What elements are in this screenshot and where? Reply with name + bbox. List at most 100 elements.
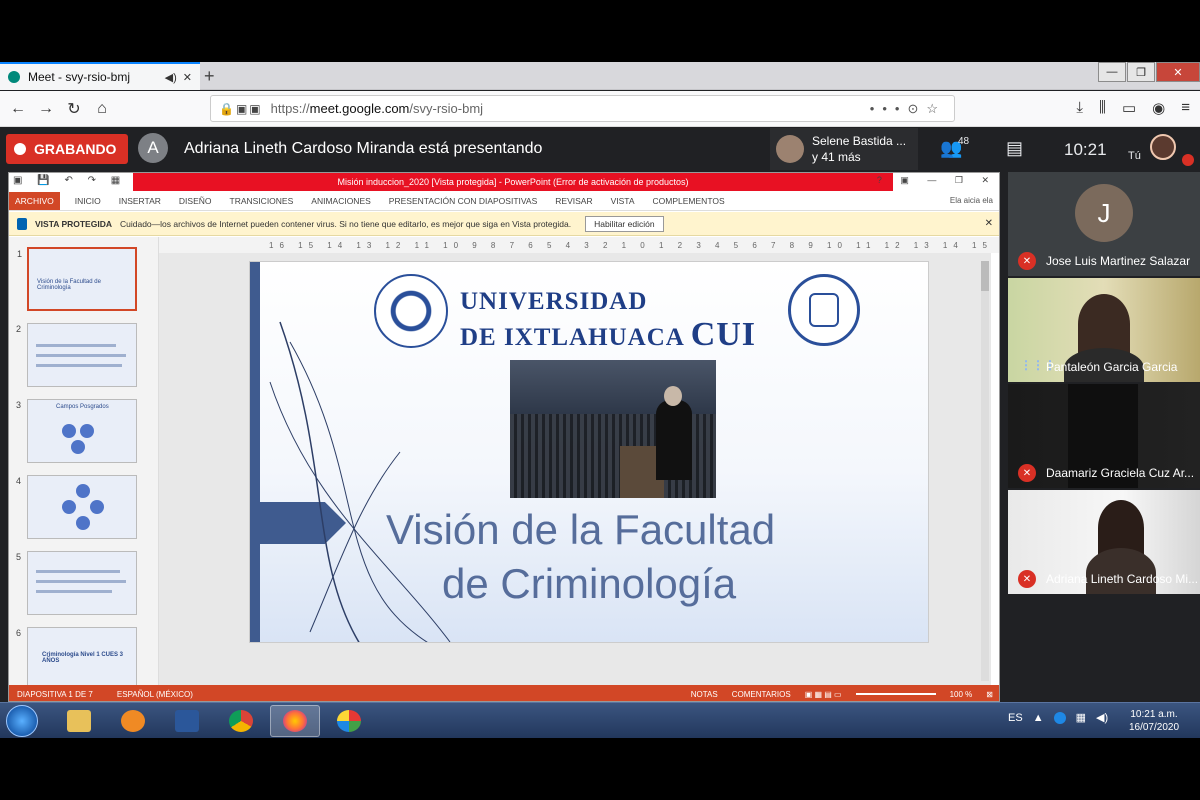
browser-tab-meet[interactable]: Meet - svy-rsio-bmj ◀) ✕ <box>0 62 200 90</box>
self-avatar[interactable] <box>1150 134 1176 160</box>
url-text[interactable]: https://meet.google.com/svy-rsio-bmj <box>271 101 870 116</box>
participant-avatar <box>776 135 804 163</box>
thumb-circle <box>76 516 90 530</box>
taskbar-explorer[interactable] <box>54 705 104 737</box>
enable-editing-button[interactable]: Habilitar edición <box>585 215 664 232</box>
participant-tile-4[interactable]: ✕ Adriana Lineth Cardoso Mi... <box>1008 490 1200 594</box>
close-tab-icon[interactable]: ✕ <box>183 71 192 84</box>
language-indicator[interactable]: ES <box>1008 712 1023 724</box>
slide-scrollbar[interactable] <box>981 261 989 681</box>
slide-thumbnail-1[interactable]: 1 Visión de la Facultad de Criminología <box>17 247 137 311</box>
participant-tile-3[interactable]: ✕ Daamariz Graciela Cuz Ar... <box>1008 384 1200 488</box>
forward-arrow-icon[interactable]: → <box>32 100 60 118</box>
network-icon[interactable]: ▦ <box>1076 711 1086 724</box>
library-icon[interactable]: ⫼ <box>1099 99 1106 117</box>
university-name-line2: DE IXTLAHUACA CUI <box>460 316 756 354</box>
close-window-button[interactable]: ✕ <box>1156 62 1200 82</box>
participant-tile-1[interactable]: J ✕ Jose Luis Martinez Salazar <box>1008 172 1200 276</box>
thumb-hex <box>71 440 85 454</box>
home-icon[interactable]: ⌂ <box>88 100 116 118</box>
tab-complementos[interactable]: COMPLEMENTOS <box>653 196 725 206</box>
volume-icon[interactable]: ◀) <box>1096 711 1108 724</box>
participant-tile-2[interactable]: ⋮⋮⋮ Pantaleón Garcia Garcia <box>1008 278 1200 382</box>
tab-vista[interactable]: VISTA <box>611 196 635 206</box>
word-icon <box>175 710 199 732</box>
university-name-cui: CUI <box>690 316 757 353</box>
account-icon[interactable]: ◉ <box>1152 99 1165 117</box>
protected-view-message: Cuidado—los archivos de Internet pueden … <box>119 218 572 229</box>
presenter-avatar: A <box>138 133 168 163</box>
ppt-user-label[interactable]: Ela aicia ela <box>950 196 993 205</box>
site-permission-icons[interactable]: 🔒▣▣ <box>219 102 263 116</box>
status-language[interactable]: ESPAÑOL (MÉXICO) <box>117 690 193 699</box>
recording-badge[interactable]: GRABANDO <box>6 134 129 164</box>
view-buttons-icons[interactable]: ▣ ▦ ▤ ▭ <box>805 690 842 699</box>
back-arrow-icon[interactable]: ← <box>4 100 32 118</box>
notes-button[interactable]: NOTAS <box>691 690 718 699</box>
tab-transiciones[interactable]: TRANSICIONES <box>230 196 294 206</box>
university-name-line1: UNIVERSIDAD <box>460 288 648 315</box>
taskbar-chrome[interactable] <box>216 705 266 737</box>
slide-thumbnail-4[interactable]: 4 <box>16 475 137 539</box>
slide-thumbnail-3[interactable]: 3 Campos Posgrados <box>16 399 137 463</box>
windows-start-icon[interactable] <box>6 705 38 737</box>
maximize-button[interactable]: ❐ <box>1127 62 1155 82</box>
status-slide: DIAPOSITIVA 1 DE 7 <box>17 689 93 699</box>
slide-thumbnail-6[interactable]: 6 Criminología Nivel 1 CUES 3 AÑOS <box>16 627 137 685</box>
tab-presentacion[interactable]: PRESENTACIÓN CON DIAPOSITIVAS <box>389 196 537 206</box>
self-mic-muted-icon <box>1182 154 1194 166</box>
tab-animaciones[interactable]: ANIMACIONES <box>311 196 371 206</box>
taskbar-media-player[interactable] <box>108 705 158 737</box>
toolbar-right: ⤓ ⫼ ▭ ◉ ≡ <box>1076 99 1190 117</box>
thumb-num: 6 <box>16 628 22 638</box>
status-right: NOTAS COMENTARIOS ▣ ▦ ▤ ▭ 100 % ⊠ <box>691 690 993 699</box>
powerpoint-title-bar: ▣ 💾 ↶ ↷ ▦ Misión induccion_2020 [Vista p… <box>9 173 999 191</box>
browser-tab-bar: Meet - svy-rsio-bmj ◀) ✕ + — ❐ ✕ <box>0 62 1200 90</box>
minimize-button[interactable]: — <box>1098 62 1126 82</box>
meet-top-bar: GRABANDO A Adriana Lineth Cardoso Mirand… <box>0 128 1200 170</box>
menu-icon[interactable]: ≡ <box>1181 99 1190 117</box>
chat-icon[interactable]: ▤ <box>1006 138 1023 159</box>
ppt-window-controls[interactable]: ? ▣ — ❐ ✕ <box>877 175 997 186</box>
scrollbar-thumb[interactable] <box>981 261 989 291</box>
tab-insertar[interactable]: INSERTAR <box>119 196 161 206</box>
bluetooth-icon[interactable] <box>1053 711 1066 724</box>
slide-thumbnail-5[interactable]: 5 <box>16 551 137 615</box>
zoom-slider[interactable] <box>855 693 936 695</box>
tab-inicio[interactable]: INICIO <box>75 196 101 206</box>
taskbar-clock[interactable]: 10:21 a.m. 16/07/2020 <box>1124 708 1184 734</box>
tab-revisar[interactable]: REVISAR <box>555 196 592 206</box>
fit-slide-icon[interactable]: ⊠ <box>986 690 993 699</box>
comments-button[interactable]: COMENTARIOS <box>732 690 791 699</box>
tray-arrow-icon[interactable]: ▲ <box>1033 712 1044 724</box>
taskbar-firefox[interactable] <box>270 705 320 737</box>
current-slide[interactable]: UNIVERSIDAD DE IXTLAHUACA CUI Visión de … <box>249 261 929 643</box>
thumb-hex <box>62 424 76 438</box>
tab-diseno[interactable]: DISEÑO <box>179 196 212 206</box>
system-tray: ES ▲ ▦ ◀) <box>1008 711 1108 724</box>
participant-preview-text: Selene Bastida ... y 41 más <box>812 133 906 165</box>
url-bar[interactable]: 🔒▣▣ https://meet.google.com/svy-rsio-bmj… <box>210 95 955 122</box>
thumb-circle <box>76 484 90 498</box>
taskbar-paint[interactable] <box>324 705 374 737</box>
speaker-icon[interactable]: ◀) <box>165 71 177 84</box>
screenshot-frame: Meet - svy-rsio-bmj ◀) ✕ + — ❐ ✕ ← → ↻ ⌂… <box>0 62 1200 738</box>
photo-speaker-head <box>664 386 682 406</box>
slide-thumbnail-2[interactable]: 2 <box>16 323 137 387</box>
page-actions-icons[interactable]: •••⊙☆ <box>870 101 946 117</box>
quick-access-icons[interactable]: ▣ 💾 ↶ ↷ ▦ <box>13 175 126 186</box>
thumb-line <box>36 344 116 347</box>
reload-icon[interactable]: ↻ <box>60 99 88 119</box>
download-icon[interactable]: ⤓ <box>1076 99 1083 117</box>
close-warning-icon[interactable]: ✕ <box>985 218 993 229</box>
taskbar-word[interactable] <box>162 705 212 737</box>
sidebar-icon[interactable]: ▭ <box>1122 99 1136 117</box>
thumb-num: 5 <box>16 552 22 562</box>
firefox-icon <box>283 710 307 732</box>
auditorium-photo <box>510 360 716 498</box>
new-tab-button[interactable]: + <box>204 66 215 87</box>
self-label: Tú <box>1128 150 1141 162</box>
participants-preview[interactable]: Selene Bastida ... y 41 más <box>770 128 918 170</box>
tab-archivo[interactable]: ARCHIVO <box>9 191 60 210</box>
university-seal-logo <box>374 274 448 348</box>
